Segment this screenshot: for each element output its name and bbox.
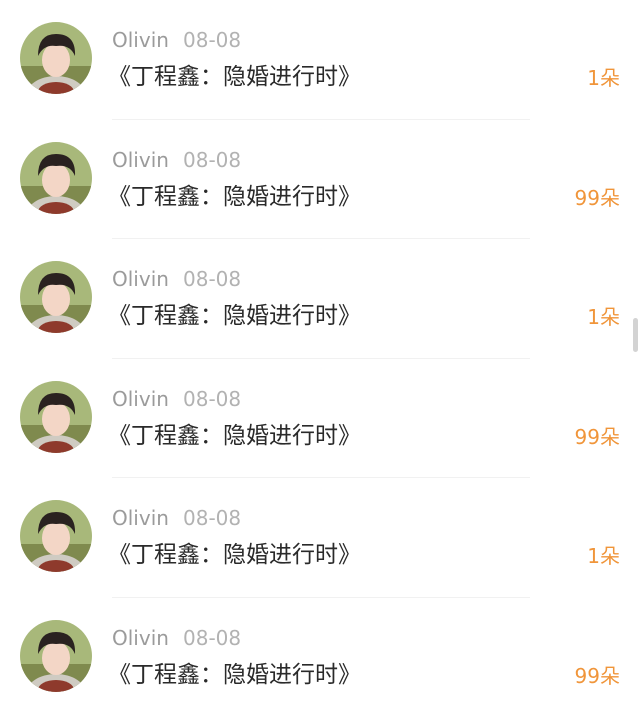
flower-count: 1朵	[587, 305, 620, 330]
avatar[interactable]	[20, 261, 92, 334]
work-title[interactable]: 《丁程鑫：隐婚进行时》	[108, 301, 361, 331]
flower-count: 99朵	[574, 663, 620, 688]
post-date: 08-08	[183, 386, 242, 411]
username[interactable]: Olivin	[112, 148, 169, 172]
avatar[interactable]	[20, 22, 92, 94]
avatar-photo-icon	[20, 141, 92, 214]
work-title[interactable]: 《丁程鑫：隐婚进行时》	[108, 62, 361, 92]
username[interactable]: Olivin	[112, 626, 169, 650]
avatar-photo-icon	[20, 380, 92, 453]
work-title[interactable]: 《丁程鑫：隐婚进行时》	[108, 182, 361, 212]
list-item[interactable]: Olivin 08-08 《丁程鑫：隐婚进行时》 1朵	[0, 478, 640, 598]
list-item[interactable]: Olivin 08-08 《丁程鑫：隐婚进行时》 1朵	[0, 239, 640, 359]
post-date: 08-08	[183, 147, 242, 172]
work-title[interactable]: 《丁程鑫：隐婚进行时》	[108, 660, 361, 690]
post-date: 08-08	[183, 506, 242, 531]
avatar[interactable]	[20, 141, 92, 214]
avatar[interactable]	[20, 500, 92, 573]
post-date: 08-08	[183, 267, 242, 292]
scrollbar-thumb[interactable]	[633, 318, 638, 352]
avatar-photo-icon	[20, 261, 92, 334]
avatar[interactable]	[20, 619, 92, 692]
avatar-photo-icon	[20, 500, 92, 573]
list-item[interactable]: Olivin 08-08 《丁程鑫：隐婚进行时》 99朵	[0, 120, 640, 240]
list-item[interactable]: Olivin 08-08 《丁程鑫：隐婚进行时》 99朵	[0, 359, 640, 479]
list-item[interactable]: Olivin 08-08 《丁程鑫：隐婚进行时》 99朵	[0, 598, 640, 718]
flower-count: 1朵	[587, 544, 620, 569]
flower-count: 99朵	[574, 424, 620, 449]
avatar-photo-icon	[20, 22, 92, 94]
avatar[interactable]	[20, 380, 92, 453]
username[interactable]: Olivin	[112, 267, 169, 291]
post-date: 08-08	[183, 625, 242, 650]
post-date: 08-08	[183, 28, 242, 52]
flower-count: 99朵	[574, 185, 620, 210]
flower-count: 1朵	[587, 66, 620, 90]
work-title[interactable]: 《丁程鑫：隐婚进行时》	[108, 421, 361, 451]
work-title[interactable]: 《丁程鑫：隐婚进行时》	[108, 540, 361, 570]
gift-record-list: Olivin 08-08 《丁程鑫：隐婚进行时》 1朵 Olivin 08-08…	[0, 0, 640, 718]
avatar-photo-icon	[20, 619, 92, 692]
username[interactable]: Olivin	[112, 387, 169, 411]
username[interactable]: Olivin	[112, 506, 169, 530]
list-item[interactable]: Olivin 08-08 《丁程鑫：隐婚进行时》 1朵	[0, 0, 640, 120]
username[interactable]: Olivin	[112, 28, 169, 52]
